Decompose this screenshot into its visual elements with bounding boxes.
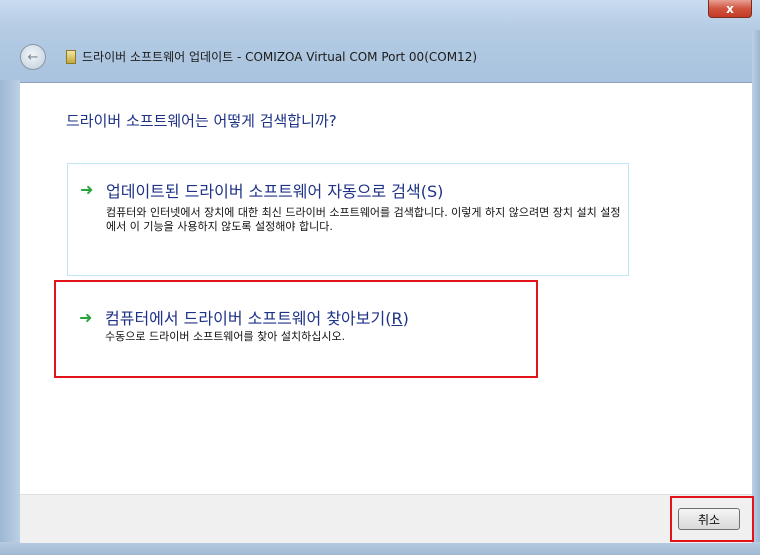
navigation-bar: ← 드라이버 소프트웨어 업데이트 - COMIZOA Virtual COM … (10, 38, 752, 78)
device-icon (66, 50, 76, 64)
window-bottom-edge (0, 542, 760, 555)
option-auto-search-title: 업데이트된 드라이버 소프트웨어 자동으로 검색(S) (106, 182, 444, 201)
green-arrow-icon: ➜ (80, 180, 94, 199)
window-title: 드라이버 소프트웨어 업데이트 - COMIZOA Virtual COM Po… (82, 50, 478, 64)
page-heading: 드라이버 소프트웨어는 어떻게 검색합니까? (66, 112, 337, 130)
close-button[interactable]: x (708, 0, 752, 18)
back-button[interactable]: ← (20, 44, 46, 70)
close-icon: x (726, 1, 734, 16)
footer-bar: 취소 (20, 494, 752, 543)
window-right-edge (752, 30, 760, 555)
window-left-edge (0, 80, 20, 555)
option-auto-search-description: 컴퓨터와 인터넷에서 장치에 대한 최신 드라이버 소프트웨어를 검색합니다. … (106, 206, 621, 233)
cancel-highlight-box (670, 496, 754, 542)
back-arrow-icon: ← (27, 49, 39, 65)
option-highlight-box (54, 280, 538, 378)
option-auto-search[interactable]: ➜ 업데이트된 드라이버 소프트웨어 자동으로 검색(S) 컴퓨터와 인터넷에서… (67, 163, 629, 276)
